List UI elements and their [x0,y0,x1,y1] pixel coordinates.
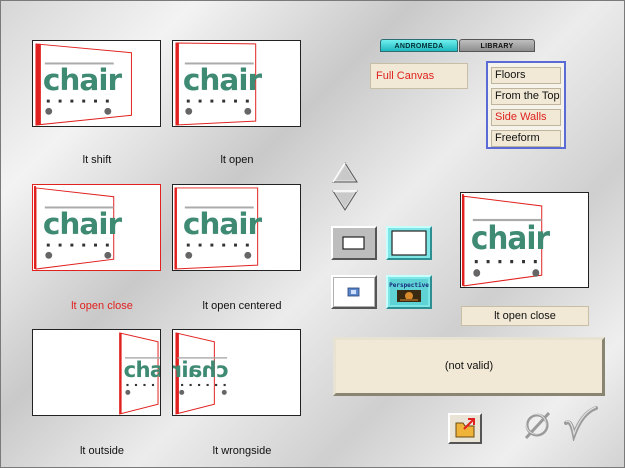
thumbnail-lt-open-centered[interactable]: chair [172,184,301,271]
wall-art-text: chair [173,357,229,382]
menu-item-from-the-top[interactable]: From the Top [491,88,561,105]
panel-edge [461,194,464,286]
checkmark-icon[interactable] [562,405,598,441]
thumbnail-art: chair [174,187,263,270]
thumbnail-caption: lt open centered [202,300,282,312]
small-image-icon [334,278,374,306]
wall-type-menu: Floors From the Top Side Walls Freeform [486,61,566,149]
thumbnail-lt-shift[interactable]: chair [32,40,161,127]
rectangle-button[interactable] [331,226,377,260]
thumbnail-caption: lt open close [71,300,133,312]
tab-andromeda[interactable]: ANDROMEDA [380,39,458,52]
wall-art-text: chair [124,357,160,382]
thumbnail-lt-open-close[interactable]: chair [32,184,161,271]
preview-label: lt open close [461,306,589,326]
arrow-up-icon[interactable] [332,162,358,184]
wall-art-text: chair [471,220,551,258]
thumbnail-art: chair [461,194,552,287]
small-image-button[interactable] [331,275,377,309]
thumbnail-art: chair [119,332,160,415]
full-canvas-option[interactable]: Full Canvas [370,63,468,89]
thumbnail-caption: lt shift [82,154,112,166]
wall-art-text: chair [183,63,263,97]
thumbnail-lt-outside[interactable]: chair [32,329,161,416]
panel-edge [35,43,41,126]
perspective-button[interactable]: Perspective [386,275,432,309]
wall-art-text: chair [183,207,263,241]
perspective-label: Perspective [389,282,429,289]
none-icon[interactable] [521,410,553,440]
panel-edge [33,185,36,270]
arrow-down-icon[interactable] [332,189,358,211]
thumbnail-art: chair [35,43,132,126]
thumbnail-caption: lt outside [79,445,125,457]
thumbnail-lt-wrongside[interactable]: chair [172,329,301,416]
status-message: (not valid) [333,337,605,396]
tab-library[interactable]: LIBRARY [459,39,535,52]
rectangle-icon [342,236,365,250]
export-button[interactable] [448,413,482,444]
thumbnail-caption: lt wrongside [212,445,272,457]
menu-item-freeform[interactable]: Freeform [491,130,561,147]
thumbnail-art: chair [175,42,263,126]
menu-item-floors[interactable]: Floors [491,67,561,84]
wall-art-text: chair [43,63,123,97]
thumbnail-art: chair [173,332,229,415]
panel-edge [175,42,179,126]
export-folder-icon [455,418,475,438]
preview-canvas: chair [460,192,589,288]
rectangle-white-icon [391,230,427,256]
rectangle-white-button[interactable] [386,226,432,260]
panel-edge [174,187,177,270]
wall-art-text: chair [43,207,123,241]
perspective-icon: Perspective [389,279,429,305]
thumbnail-lt-open[interactable]: chair [172,40,301,127]
panel-edge [119,332,122,415]
thumbnail-art: chair [33,185,123,270]
menu-item-side-walls[interactable]: Side Walls [491,109,561,126]
thumbnail-caption: lt open [220,154,254,166]
